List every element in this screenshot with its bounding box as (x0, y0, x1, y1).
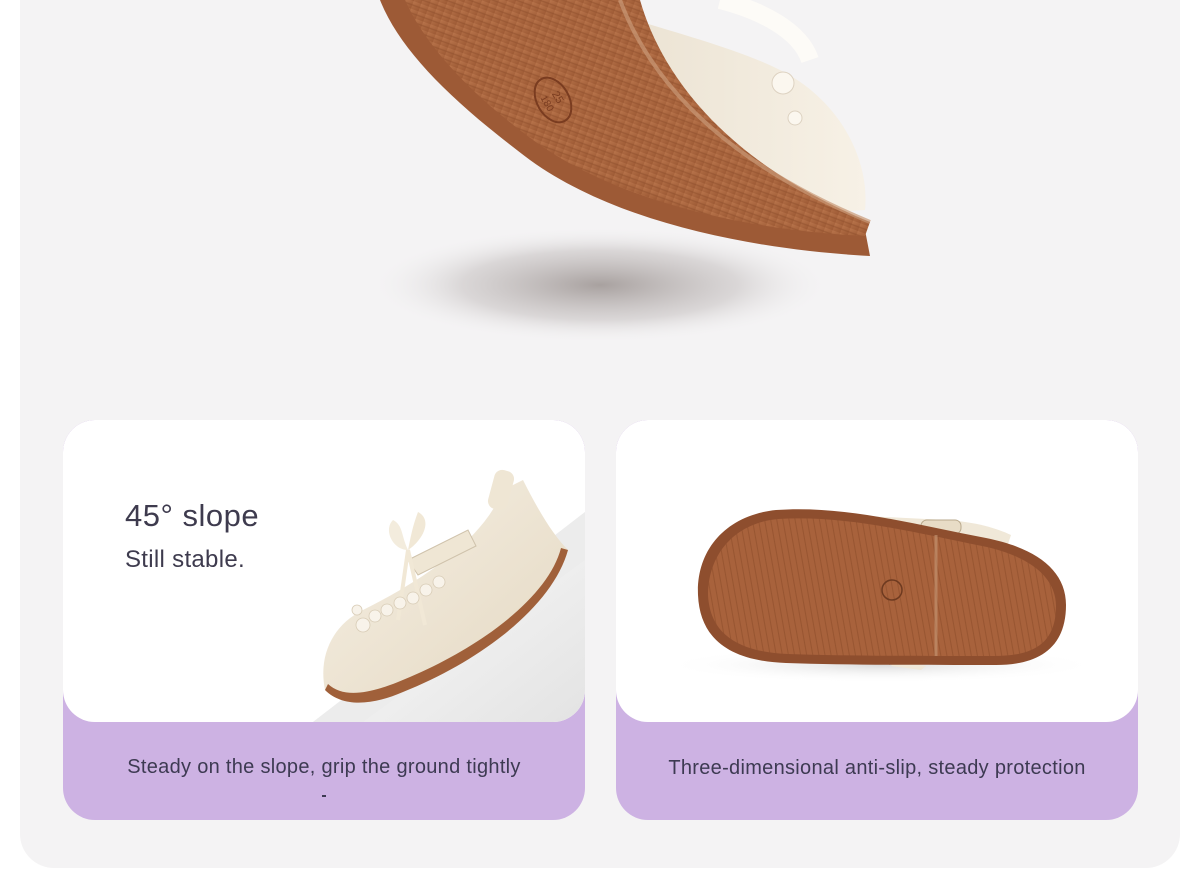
caption-dash (322, 795, 326, 797)
hero-shoe-image: 25 180 (370, 0, 871, 343)
sole-feature-card: Three-dimensional anti-slip, steady prot… (616, 420, 1138, 820)
slope-photo: 45° slope Still stable. (63, 420, 585, 722)
slope-subtitle: Still stable. (125, 546, 245, 573)
shoe-sole-image (661, 509, 1101, 683)
slope-title: 45° slope (125, 498, 260, 533)
sole-photo (616, 420, 1138, 722)
slope-feature-card: 45° slope Still stable. Steady on the sl… (63, 420, 585, 820)
slope-caption: Steady on the slope, grip the ground tig… (127, 756, 521, 778)
sole-caption: Three-dimensional anti-slip, steady prot… (668, 757, 1086, 779)
product-panel: 25 180 45° slope Still stable. Steady on… (20, 0, 1180, 868)
